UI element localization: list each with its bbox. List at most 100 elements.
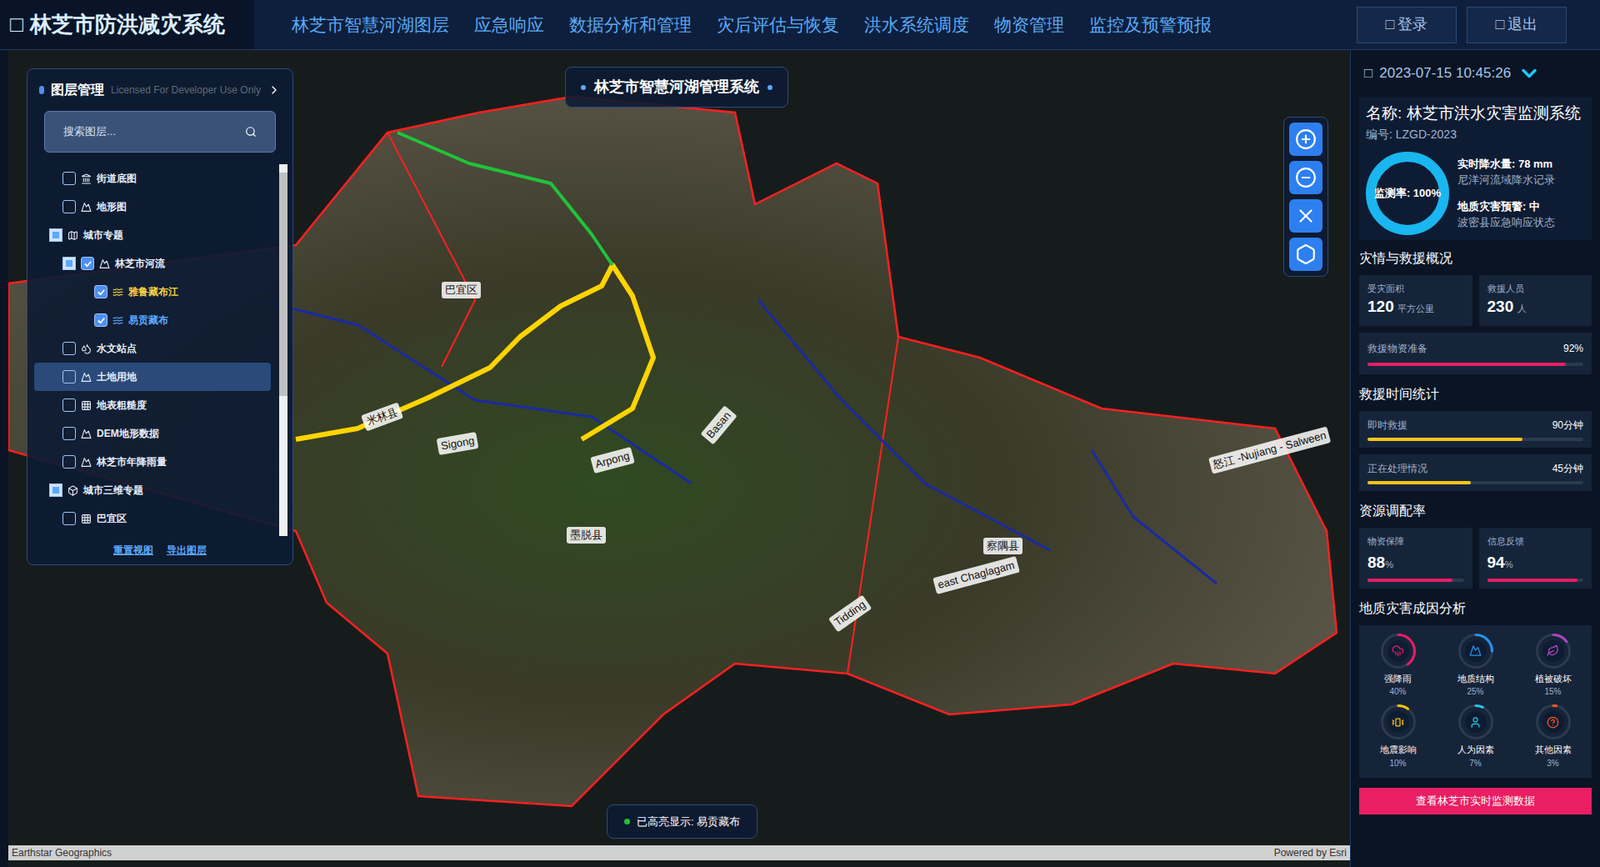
info-item: 地质灾害预警: 中波密县应急响应状态 <box>1457 198 1555 231</box>
layer-item[interactable]: 水文站点 <box>34 334 271 363</box>
layer-item[interactable]: 城市专题 <box>34 220 271 250</box>
layer-checkbox[interactable] <box>62 171 76 185</box>
layer-action-button[interactable]: 重置视图 <box>113 542 154 558</box>
highlight-toast: 已高亮显示: 易贡藏布 <box>606 804 758 840</box>
layer-item[interactable]: 地表粗糙度 <box>34 390 271 420</box>
cause-item: 地震影响10% <box>1359 704 1437 770</box>
title-icon: □ <box>10 8 24 41</box>
layer-checkbox[interactable] <box>62 426 76 440</box>
nav-item[interactable]: 监控及预警预报 <box>1089 11 1212 39</box>
layer-search[interactable]: 搜索图层... <box>44 110 276 153</box>
progress-fill <box>1367 362 1566 366</box>
layer-checkbox[interactable] <box>62 341 76 355</box>
layer-icon <box>80 371 92 383</box>
progress-card: 救援物资准备92% <box>1359 332 1592 375</box>
nav-item[interactable]: 数据分析和管理 <box>569 11 692 39</box>
stat-card: 救援人员230 人 <box>1479 275 1593 326</box>
cause-grid: 强降雨40%地质结构25%植被破坏15%地震影响10%人为因素7%其他因素3% <box>1359 625 1592 778</box>
layer-item[interactable]: 易贡藏布 <box>34 305 271 335</box>
layer-item[interactable]: DEM地形数据 <box>34 419 271 448</box>
nav-item[interactable]: 洪水系统调度 <box>864 11 970 39</box>
map-view[interactable]: 巴宜区米林县墨脱县察隅县ArpongBasanSigongTiddingeast… <box>8 50 1350 867</box>
resource-card: 信息反馈94% <box>1479 527 1593 589</box>
cause-item: 植被破坏15% <box>1514 633 1592 699</box>
badge-dot <box>580 85 586 90</box>
layer-item[interactable]: 林芝市河流 <box>34 249 271 278</box>
layer-item[interactable]: 城市三维专题 <box>34 475 271 505</box>
layer-checkbox[interactable] <box>62 511 76 525</box>
layer-checkbox[interactable] <box>62 455 76 469</box>
expand-box[interactable] <box>62 256 76 270</box>
map-control-button[interactable] <box>1289 237 1323 271</box>
nav-item[interactable]: 物资管理 <box>994 11 1065 39</box>
layer-icon <box>67 230 79 241</box>
layer-label: 巴宜区 <box>96 510 127 526</box>
cause-icon <box>1391 715 1405 729</box>
layer-action-button[interactable]: 导出图层 <box>166 542 207 558</box>
layer-item[interactable]: 林芝市年降雨量 <box>34 447 271 476</box>
auth-button[interactable]: □登录 <box>1356 6 1457 44</box>
realtime-data-button[interactable]: 查看林芝市实时监测数据 <box>1359 787 1592 815</box>
auth-button[interactable]: □退出 <box>1466 6 1567 44</box>
section-title: 资源调配率 <box>1359 500 1592 521</box>
layer-label: 林芝市河流 <box>115 255 165 271</box>
layer-checkbox[interactable] <box>62 200 76 214</box>
attribution-bar: Earthstar GeographicsPowered by Esri <box>8 845 1350 860</box>
chevron-icon[interactable] <box>1517 61 1541 85</box>
progress-track <box>1367 437 1584 441</box>
check-icon <box>96 315 106 325</box>
layer-label: 易贡藏布 <box>128 312 169 328</box>
map-controls <box>1283 116 1329 277</box>
app: □林芝市防洪减灾系统林芝市智慧河湖图层应急响应数据分析和管理灾后评估与恢复洪水系… <box>0 0 1600 867</box>
main: 巴宜区米林县墨脱县察隅县ArpongBasanSigongTiddingeast… <box>0 50 1600 867</box>
progress-fill <box>1367 480 1471 485</box>
cause-icon <box>1391 644 1405 657</box>
system-card: 名称: 林芝市洪水灾害监测系统编号: LZGD-2023监测率: 100%实时降… <box>1359 96 1592 240</box>
map-control-button[interactable] <box>1289 122 1323 156</box>
nav-item[interactable]: 灾后评估与恢复 <box>716 11 840 39</box>
nav-item[interactable]: 林芝市智慧河湖图层 <box>291 11 450 39</box>
layer-checkbox[interactable] <box>80 256 95 270</box>
expand-box[interactable] <box>49 483 63 497</box>
auth-buttons: □登录□退出 <box>1340 0 1600 50</box>
layer-icon <box>99 258 110 270</box>
status-dot <box>624 818 630 825</box>
header-dot <box>39 85 45 95</box>
stat-card: 受灾面积120 平方公里 <box>1359 275 1473 326</box>
layer-checkbox[interactable] <box>62 398 76 412</box>
layer-panel: 图层管理Licensed For Developer Use Only搜索图层.… <box>26 68 294 565</box>
layer-item[interactable]: 街道底图 <box>34 164 271 193</box>
layer-icon <box>67 485 79 496</box>
top-bar: □林芝市防洪减灾系统林芝市智慧河湖图层应急响应数据分析和管理灾后评估与恢复洪水系… <box>0 0 1600 50</box>
layer-checkbox[interactable] <box>94 285 108 299</box>
map-label: 巴宜区 <box>441 281 481 299</box>
layer-item[interactable]: 土地用地 <box>34 362 271 391</box>
layer-icon <box>80 201 92 213</box>
layer-checkbox[interactable] <box>62 370 76 384</box>
check-icon <box>96 287 106 297</box>
layer-checkbox[interactable] <box>94 313 108 327</box>
cause-icon <box>1546 715 1560 729</box>
scrollbar[interactable] <box>279 164 288 536</box>
layer-label: 土地用地 <box>96 369 137 385</box>
layer-actions: 重置视图导出图层 <box>27 535 293 565</box>
map-control-button[interactable] <box>1289 160 1323 195</box>
layer-item[interactable]: 巴宜区 <box>34 504 271 533</box>
resource-card: 物资保障88% <box>1359 527 1473 589</box>
layer-item[interactable]: 地形图 <box>34 192 271 221</box>
progress-track <box>1367 362 1584 366</box>
layer-label: 雅鲁藏布江 <box>128 284 179 300</box>
layer-label: 地表粗糙度 <box>96 397 147 413</box>
map-control-button[interactable] <box>1289 199 1323 233</box>
map-title-badge: 林芝市智慧河湖管理系统 <box>565 66 789 108</box>
layer-item[interactable]: 雅鲁藏布江 <box>34 277 271 306</box>
progress-fill <box>1367 578 1453 582</box>
expand-box[interactable] <box>49 228 63 242</box>
collapse-icon[interactable] <box>267 83 281 97</box>
section-title: 灾情与救援概况 <box>1359 248 1592 269</box>
cause-item: 强降雨40% <box>1359 633 1437 699</box>
map-label: 察隅县 <box>983 537 1023 555</box>
progress-card: 即时救援90分钟 <box>1359 410 1592 448</box>
layer-label: 林芝市年降雨量 <box>96 454 167 470</box>
nav-item[interactable]: 应急响应 <box>474 11 545 39</box>
